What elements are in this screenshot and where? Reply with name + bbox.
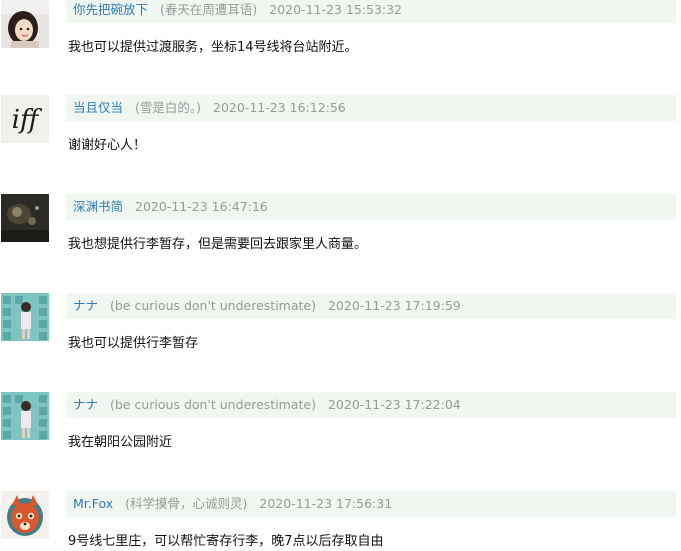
comment-text: 我在朝阳公园附近 bbox=[68, 435, 173, 450]
comment-timestamp: 2020-11-23 16:12:56 bbox=[213, 100, 346, 115]
avatar[interactable] bbox=[1, 293, 49, 341]
author-link[interactable]: 深渊书简 bbox=[73, 199, 123, 214]
avatar[interactable] bbox=[1, 491, 49, 539]
comment-meta: Mr.Fox (科学摸骨，心诚则灵) 2020-11-23 17:56:31 bbox=[66, 491, 676, 517]
comment-meta: 当且仅当 (雪是白的。) 2020-11-23 16:12:56 bbox=[66, 95, 676, 121]
comment-text: 谢谢好心人！ bbox=[68, 138, 147, 153]
comment-text: 我也想提供行李暂存，但是需要回去跟家里人商量。 bbox=[68, 237, 368, 252]
avatar[interactable] bbox=[1, 0, 49, 48]
avatar[interactable] bbox=[1, 392, 49, 440]
comment-text: 9号线七里庄，可以帮忙寄存行李，晚7点以后存取自由 bbox=[68, 534, 384, 549]
comment-timestamp: 2020-11-23 17:19:59 bbox=[327, 298, 461, 313]
dark-photo-avatar bbox=[1, 194, 49, 242]
author-link[interactable]: ナナ bbox=[73, 298, 98, 313]
comment-text: 我也可以提供过渡服务，坐标14号线将台站附近。 bbox=[68, 40, 358, 55]
comment-timestamp: 2020-11-23 15:53:32 bbox=[269, 2, 403, 17]
author-signature: (雪是白的。) bbox=[135, 100, 202, 115]
author-link[interactable]: 你先把碗放下 bbox=[73, 2, 148, 17]
author-signature: (be curious don't underestimate) bbox=[110, 298, 316, 313]
teal-wall-photo-avatar bbox=[1, 392, 49, 440]
teal-wall-photo-avatar bbox=[1, 293, 49, 341]
avatar[interactable]: iff bbox=[1, 95, 49, 143]
author-link[interactable]: Mr.Fox bbox=[73, 496, 113, 511]
comment-meta: ナナ (be curious don't underestimate) 2020… bbox=[66, 392, 676, 418]
comment-timestamp: 2020-11-23 17:22:04 bbox=[327, 397, 461, 412]
author-link[interactable]: 当且仅当 bbox=[73, 100, 123, 115]
avatar-text: iff bbox=[12, 105, 43, 135]
comment-timestamp: 2020-11-23 16:47:16 bbox=[135, 199, 268, 214]
girl-photo-avatar bbox=[1, 0, 49, 48]
fox-illustration-avatar bbox=[1, 491, 49, 539]
iff-text-avatar: iff bbox=[1, 95, 49, 143]
comment-meta: 你先把碗放下 (春天在周遭耳语) 2020-11-23 15:53:32 bbox=[66, 0, 676, 23]
author-signature: (科学摸骨，心诚则灵) bbox=[125, 496, 248, 511]
avatar[interactable] bbox=[1, 194, 49, 242]
comment-timestamp: 2020-11-23 17:56:31 bbox=[259, 496, 393, 511]
author-link[interactable]: ナナ bbox=[73, 397, 98, 412]
comment-text: 我也可以提供行李暂存 bbox=[68, 336, 199, 351]
comment-meta: ナナ (be curious don't underestimate) 2020… bbox=[66, 293, 676, 319]
author-signature: (春天在周遭耳语) bbox=[160, 2, 258, 17]
comment-thread: 你先把碗放下 (春天在周遭耳语) 2020-11-23 15:53:32 我也可… bbox=[0, 0, 681, 551]
comment-meta: 深渊书简 2020-11-23 16:47:16 bbox=[66, 194, 676, 220]
author-signature: (be curious don't underestimate) bbox=[110, 397, 316, 412]
